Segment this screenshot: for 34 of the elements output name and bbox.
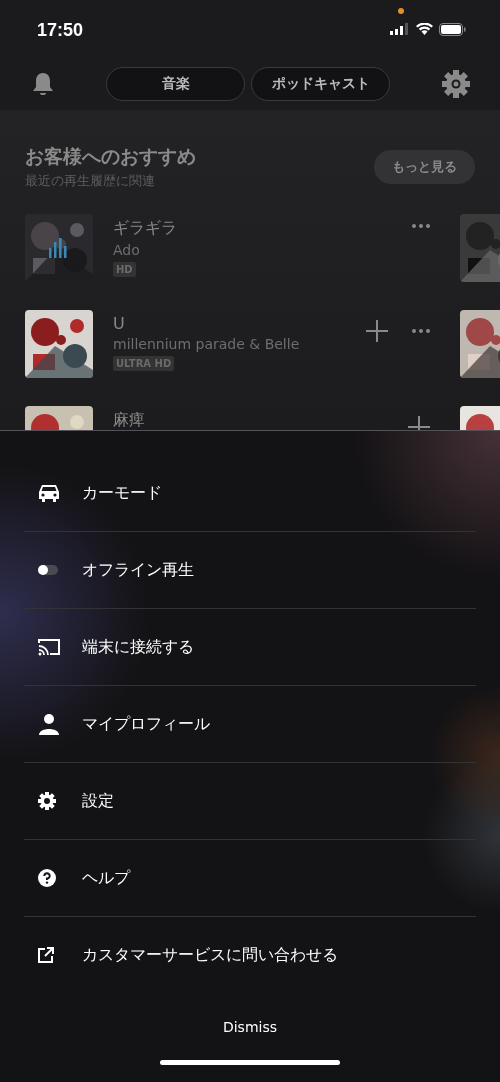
menu-item[interactable]: オフライン再生 [24, 532, 476, 609]
menu-item[interactable]: 設定 [24, 763, 476, 840]
battery-icon [439, 22, 466, 36]
tab[interactable]: 音楽 [106, 67, 245, 101]
track-artist: millennium parade & Belle [113, 336, 301, 352]
more-options-icon[interactable] [412, 329, 430, 333]
add-icon[interactable] [366, 320, 388, 342]
signal-icon [390, 23, 410, 35]
menu-item[interactable]: カーモード [24, 455, 476, 532]
help-icon [38, 869, 56, 887]
external-link-icon [38, 947, 54, 963]
person-icon [38, 713, 60, 735]
menu-item[interactable]: マイプロフィール [24, 686, 476, 763]
status-time: 17:50 [37, 18, 85, 41]
track-title: U [113, 314, 126, 333]
privacy-indicator-icon [398, 8, 404, 14]
settings-icon [38, 792, 56, 810]
more-options-icon[interactable] [412, 224, 430, 228]
menu-item[interactable]: 端末に接続する [24, 609, 476, 686]
tab[interactable]: ポッドキャスト [251, 67, 390, 101]
track-title: 麻痺 [113, 410, 146, 430]
settings-icon[interactable] [442, 70, 470, 98]
track-artist: Ado [113, 242, 141, 258]
bell-icon[interactable] [32, 72, 54, 96]
wifi-icon [416, 23, 433, 35]
toggle-switch[interactable] [38, 565, 58, 575]
menu-item[interactable]: カスタマーサービスに問い合わせる [24, 917, 476, 993]
section-title: お客様へのおすすめ [25, 144, 197, 169]
see-more-button[interactable]: もっと見る [374, 150, 475, 184]
dismiss-link[interactable]: Dismiss [222, 1019, 278, 1035]
menu-item[interactable]: ヘルプ [24, 840, 476, 917]
cast-icon [38, 638, 60, 656]
track-title: ギラギラ [113, 218, 178, 239]
car-icon [38, 484, 60, 502]
